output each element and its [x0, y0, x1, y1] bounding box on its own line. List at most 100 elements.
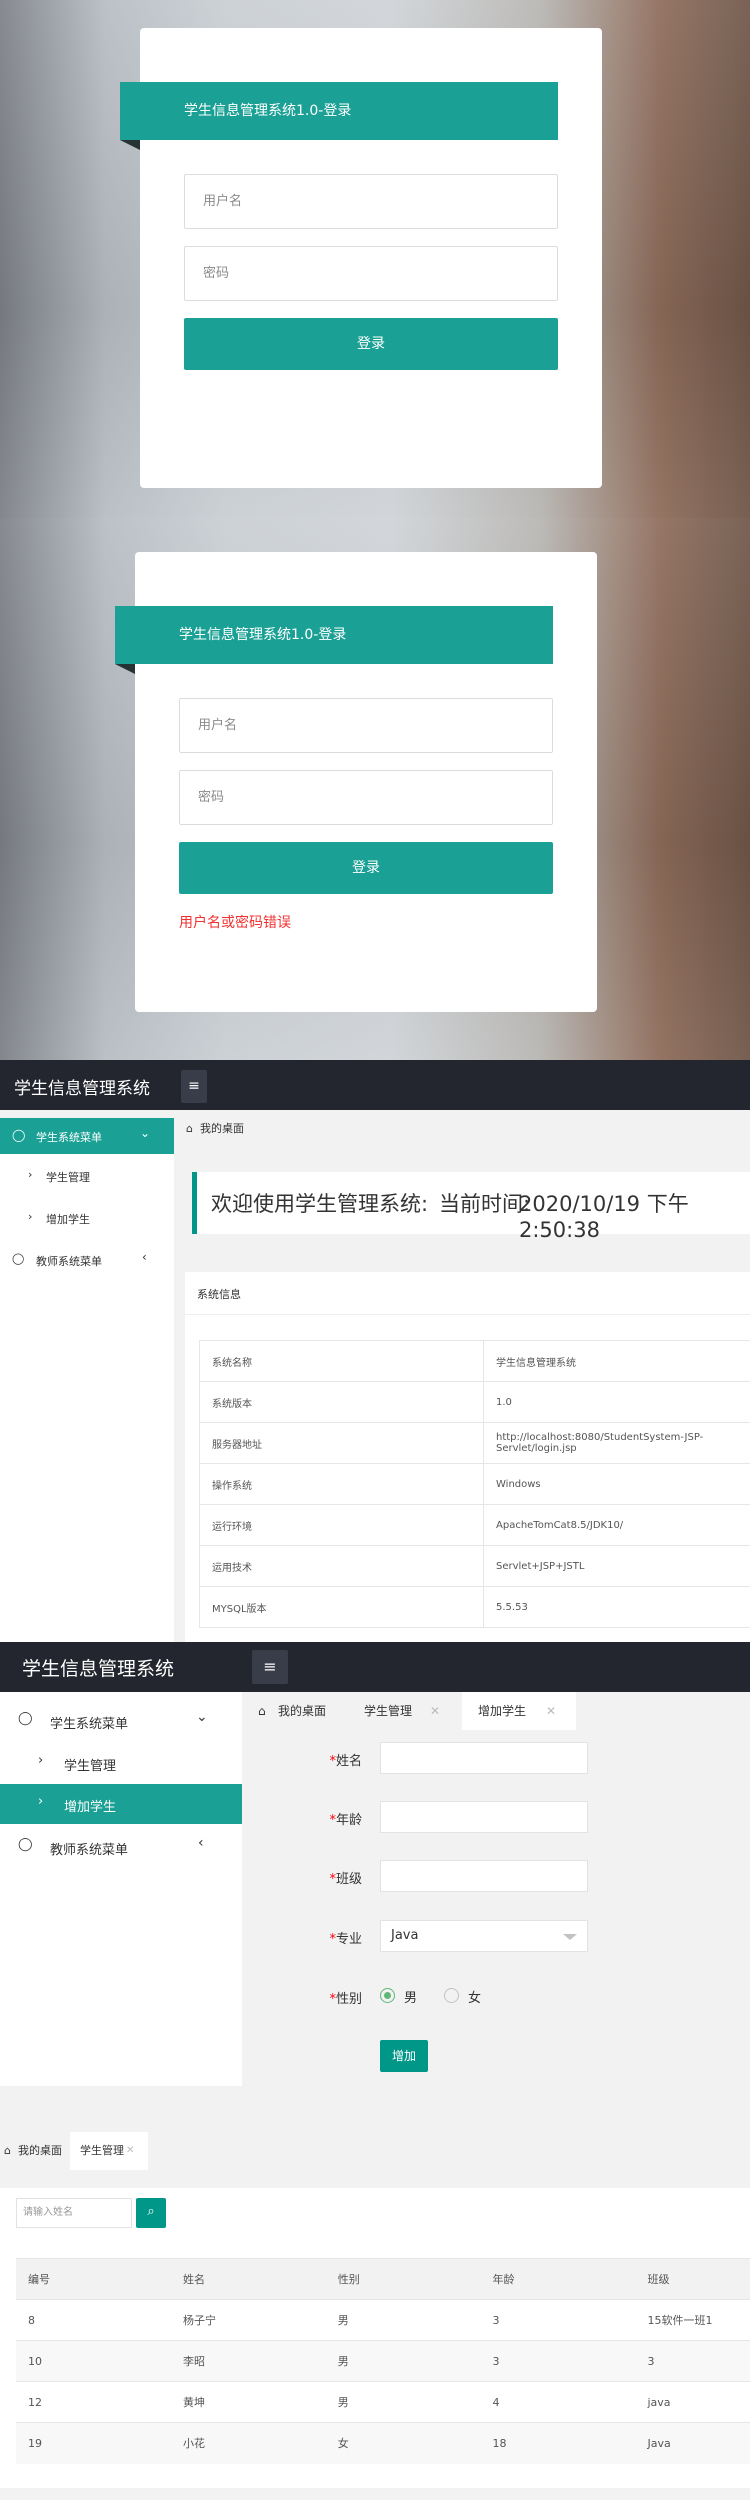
close-icon[interactable]: ✕ [430, 1692, 440, 1730]
table-row: 8 杨子宁男 3 15软件一班1 [16, 2299, 750, 2341]
info-key: 运用技术 [199, 1545, 484, 1587]
info-key: MYSQL版本 [199, 1586, 484, 1628]
user-icon: ◯ [12, 1128, 26, 1142]
chevron-down-icon: ⌄ [196, 1709, 208, 1725]
login-box: 学生信息管理系统1.0-登录 用户名 密码 登录 用户名或密码错误 [115, 552, 597, 1012]
app-title: 学生信息管理系统 [22, 1658, 175, 1680]
breadcrumb: ⌂ 我的桌面 [180, 1112, 750, 1146]
sidebar: ◯ 学生系统菜单 ⌄ › 学生管理 › 增加学生 ◯ 教师系统菜单 ‹ [0, 1692, 242, 2086]
info-row: 系统版本 1.0 [199, 1381, 750, 1423]
table-cell: 4 [480, 2381, 636, 2423]
table-row: 10 李昭男 3 3 [16, 2340, 750, 2382]
info-key: 系统名称 [199, 1340, 484, 1382]
tab-student-manage[interactable]: 学生管理 ✕ [70, 2132, 148, 2170]
info-row: 运用技术 Servlet+JSP+JSTL [199, 1545, 750, 1587]
sidebar-label: 教师系统菜单 [36, 1255, 102, 1268]
chevron-right-icon: › [28, 1168, 33, 1181]
info-value: 学生信息管理系统 [483, 1340, 750, 1382]
password-field[interactable]: 密码 [179, 770, 553, 825]
sidebar-item-student-manage[interactable]: › 学生管理 [0, 1742, 242, 1784]
login-header: 学生信息管理系统1.0-登录 [120, 82, 558, 150]
table-cell: 女 [325, 2422, 481, 2464]
table-cell: 男 [325, 2299, 481, 2341]
column-header: 编号 [16, 2258, 171, 2300]
sidebar-label: 学生管理 [46, 1171, 90, 1184]
sidebar-item-teacher-menu[interactable]: ◯ 教师系统菜单 ‹ [0, 1826, 242, 1868]
radio-label: 男 [404, 1991, 418, 2006]
table-cell: 3 [635, 2340, 750, 2382]
breadcrumb-desktop[interactable]: 我的桌面 [200, 1112, 244, 1146]
app-title: 学生信息管理系统 [14, 1079, 150, 1099]
close-icon[interactable]: ✕ [546, 1692, 556, 1730]
info-row: 运行环境 ApacheTomCat8.5/JDK10/ [199, 1504, 750, 1546]
chevron-left-icon: ‹ [198, 1835, 204, 1851]
table-cell: 黄坤 [170, 2381, 326, 2423]
user-icon: ◯ [18, 1837, 33, 1852]
ribbon-fold [120, 140, 140, 150]
sidebar-item-student-menu[interactable]: ◯ 学生系统菜单 ⌄ [0, 1118, 174, 1154]
info-row: MYSQL版本 5.5.53 [199, 1586, 750, 1628]
welcome-text: 欢迎使用学生管理系统: [211, 1192, 429, 1216]
current-datetime: 2020/10/19 下午2:50:38 [519, 1192, 689, 1242]
username-field[interactable]: 用户名 [184, 174, 558, 229]
home-icon: ⌂ [258, 1704, 266, 1718]
tab-add-student[interactable]: 增加学生 ✕ [462, 1692, 576, 1730]
student-table: 编号 姓名 性别 年龄 班级 8 杨子宁男 3 15软件一班1 10 李昭男 3 3 12 黄坤男 4 jav… [16, 2258, 750, 2464]
close-icon[interactable]: ✕ [126, 2132, 134, 2170]
major-label: *专业 [329, 1932, 362, 1947]
top-bar: 学生信息管理系统 ≡ [0, 1060, 750, 1110]
info-value: Servlet+JSP+JSTL [483, 1545, 750, 1587]
chevron-right-icon: › [38, 1794, 44, 1809]
card-title: 系统信息 [197, 1288, 241, 1301]
name-input[interactable] [380, 1742, 588, 1774]
hamburger-icon[interactable]: ≡ [181, 1070, 207, 1103]
sidebar-item-teacher-menu[interactable]: ◯ 教师系统菜单 ‹ [0, 1238, 174, 1280]
add-student-screen: 学生信息管理系统 ≡ ◯ 学生系统菜单 ⌄ › 学生管理 › 增加学生 ◯ 教师… [0, 1642, 750, 2086]
sidebar-label: 学生管理 [64, 1759, 117, 1774]
tab-label: 学生管理 [364, 1704, 413, 1718]
password-field[interactable]: 密码 [184, 246, 558, 301]
class-input[interactable] [380, 1860, 588, 1892]
tab-student-manage[interactable]: 学生管理 ✕ [346, 1692, 460, 1730]
table-cell: 杨子宁 [170, 2299, 326, 2341]
tab-desktop[interactable]: ⌂ 我的桌面 [0, 2132, 66, 2170]
sidebar-label: 教师系统菜单 [50, 1843, 129, 1858]
table-cell: 男 [325, 2340, 481, 2382]
login-title: 学生信息管理系统1.0-登录 [184, 103, 352, 119]
add-submit-button[interactable]: 增加 [380, 2040, 428, 2072]
username-field[interactable]: 用户名 [179, 698, 553, 753]
login-screen: 学生信息管理系统1.0-登录 用户名 密码 登录 [0, 0, 750, 518]
login-error-message: 用户名或密码错误 [179, 915, 291, 931]
info-row: 操作系统 Windows [199, 1463, 750, 1505]
chevron-left-icon: ‹ [142, 1250, 147, 1264]
search-input[interactable]: 请输入姓名 [16, 2198, 132, 2228]
login-error-screen: 学生信息管理系统1.0-登录 用户名 密码 登录 用户名或密码错误 [0, 518, 750, 1060]
info-value: 5.5.53 [483, 1586, 750, 1628]
table-cell: 小花 [170, 2422, 326, 2464]
table-cell: 李昭 [170, 2340, 326, 2382]
tab-bar: ⌂ 我的桌面 学生管理 ✕ [0, 2132, 750, 2170]
tab-desktop[interactable]: ⌂ 我的桌面 [246, 1692, 342, 1730]
search-button[interactable]: ⌕ [136, 2198, 166, 2228]
login-box: 学生信息管理系统1.0-登录 用户名 密码 登录 [120, 28, 602, 488]
sidebar-item-add-student[interactable]: › 增加学生 [0, 1784, 242, 1824]
login-button[interactable]: 登录 [184, 318, 558, 370]
top-bar: 学生信息管理系统 ≡ [0, 1642, 750, 1692]
tab-label: 学生管理 [80, 2144, 124, 2157]
major-select[interactable]: Java [380, 1920, 588, 1952]
table-cell: 12 [16, 2381, 171, 2423]
info-value: Windows [483, 1463, 750, 1505]
table-cell: java [635, 2381, 750, 2423]
sidebar-label: 学生系统菜单 [50, 1717, 129, 1732]
student-list-card: 请输入姓名 ⌕ 编号 姓名 性别 年龄 班级 8 杨子宁男 3 15软件一班1 10 李昭男 3 3 1… [0, 2188, 750, 2488]
login-title: 学生信息管理系统1.0-登录 [179, 627, 347, 643]
dropdown-arrow-icon [563, 1934, 577, 1940]
age-input[interactable] [380, 1801, 588, 1833]
hamburger-icon[interactable]: ≡ [252, 1650, 288, 1684]
login-button[interactable]: 登录 [179, 842, 553, 894]
table-row: 12 黄坤男 4 java [16, 2381, 750, 2423]
sidebar-label: 增加学生 [64, 1800, 117, 1815]
sidebar-item-student-manage[interactable]: › 学生管理 [0, 1154, 174, 1196]
sidebar-item-add-student[interactable]: › 增加学生 [0, 1196, 174, 1238]
sidebar-item-student-menu[interactable]: ◯ 学生系统菜单 ⌄ [0, 1700, 242, 1742]
